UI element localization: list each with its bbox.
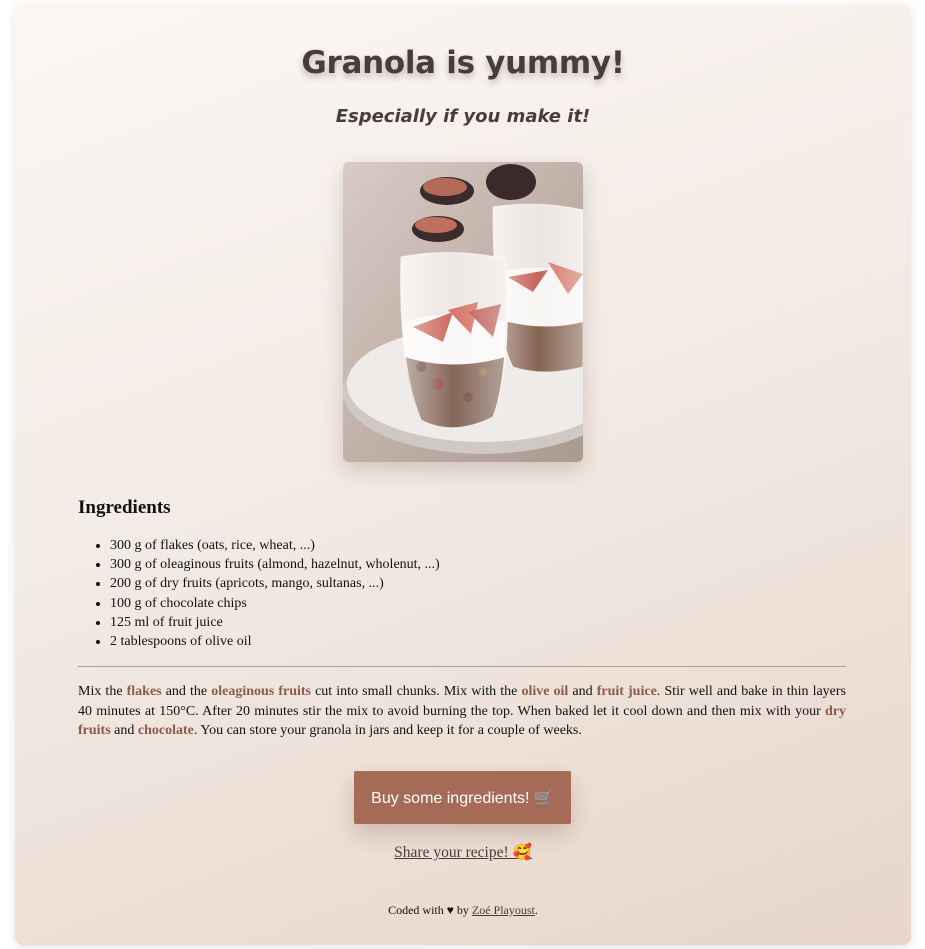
ingredient-item: 300 g of flakes (oats, rice, wheat, ...) [110, 536, 440, 555]
ingredient-item: 2 tablespoons of olive oil [110, 632, 440, 651]
section-divider [78, 666, 846, 667]
footer: Coded with ♥ by Zoé Playoust. [15, 903, 911, 918]
share-recipe-link[interactable]: Share your recipe! 🥰 [394, 844, 532, 861]
footer-text: Coded with ♥ by [388, 903, 472, 917]
highlight-chocolate: chocolate [137, 723, 194, 739]
highlight-olive-oil: olive oil [521, 684, 569, 699]
share-link-row: Share your recipe! 🥰 [15, 843, 911, 862]
ingredients-list: 300 g of flakes (oats, rice, wheat, ...)… [78, 536, 440, 651]
method-paragraph: Mix the flakes and the oleaginous fruits… [78, 682, 846, 741]
ingredients-heading: Ingredients [78, 497, 171, 518]
highlight-oleaginous-fruits: oleaginous fruits [211, 684, 311, 699]
highlight-flakes: flakes [126, 684, 162, 699]
method-text: Mix the [78, 684, 127, 699]
granola-photo [343, 162, 583, 462]
ingredient-item: 125 ml of fruit juice [110, 613, 440, 632]
ingredient-item: 100 g of chocolate chips [110, 594, 440, 613]
author-link[interactable]: Zoé Playoust [472, 903, 535, 917]
highlight-fruit-juice: fruit juice [596, 684, 657, 699]
ingredient-item: 300 g of oleaginous fruits (almond, haze… [110, 555, 440, 574]
method-text: and [110, 723, 138, 739]
ingredient-item: 200 g of dry fruits (apricots, mango, su… [110, 574, 440, 593]
page-title: Granola is yummy! [301, 45, 625, 81]
footer-period: . [534, 903, 538, 917]
method-text: and the [161, 684, 212, 699]
page-subtitle: Especially if you make it! [335, 106, 591, 127]
method-text: and [568, 684, 597, 699]
method-text: . You can store your granola in jars and… [193, 723, 582, 739]
method-text: cut into small chunks. Mix with the [311, 684, 522, 699]
recipe-card: Granola is yummy! Especially if you make… [15, 5, 911, 945]
buy-ingredients-button[interactable]: Buy some ingredients! 🛒 [354, 771, 571, 824]
